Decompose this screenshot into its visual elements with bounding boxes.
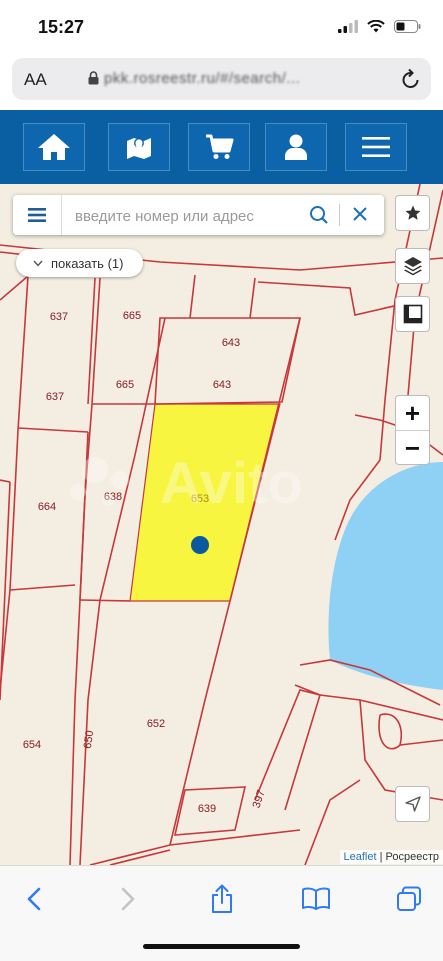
ruler-icon <box>403 304 423 324</box>
layers-button[interactable] <box>395 248 430 284</box>
parcel-label: 637 <box>46 391 64 403</box>
hamburger-icon <box>361 135 391 159</box>
location-marker[interactable] <box>191 536 209 554</box>
parcel-label: 654 <box>23 739 41 751</box>
battery-icon <box>394 20 421 33</box>
address-bar[interactable]: AA pkk.rosreestr.ru/#/search/... <box>12 58 431 100</box>
list-icon <box>28 208 46 222</box>
forward-button[interactable] <box>108 882 148 916</box>
avito-watermark: Avito <box>70 451 303 516</box>
home-button[interactable] <box>23 123 85 171</box>
zoom-in-button[interactable]: + <box>396 396 429 431</box>
zoom-out-button[interactable]: − <box>396 431 429 465</box>
measure-button[interactable] <box>395 296 430 332</box>
parcel-label: 664 <box>38 501 56 513</box>
cadastral-map[interactable]: 637 665 643 637 665 643 664 638 653 650 … <box>0 184 443 865</box>
signal-icon <box>338 20 358 33</box>
home-indicator <box>143 944 300 949</box>
reload-icon[interactable] <box>401 68 421 90</box>
back-chevron-icon <box>27 887 41 911</box>
chevron-down-icon <box>33 260 43 267</box>
home-icon <box>36 132 72 162</box>
map-button[interactable] <box>108 123 170 171</box>
search-input[interactable] <box>73 203 307 229</box>
parcel-label: 637 <box>50 311 68 323</box>
show-results-button[interactable]: показать (1) <box>16 249 143 277</box>
parcel-label: 397 <box>251 788 268 809</box>
parcel-label: 652 <box>147 718 165 730</box>
parcel-label: 650 <box>82 730 96 750</box>
cart-button[interactable] <box>188 123 250 171</box>
search-icon[interactable] <box>309 205 329 225</box>
share-button[interactable] <box>202 882 242 916</box>
parcel-label: 643 <box>222 337 240 349</box>
share-icon <box>210 884 234 914</box>
bookmarks-button[interactable] <box>296 882 336 916</box>
svg-text:Avito: Avito <box>160 451 303 516</box>
parcel-label: 665 <box>123 310 141 322</box>
cart-icon <box>204 133 234 161</box>
zoom-control: + − <box>395 395 430 465</box>
tabs-icon <box>396 886 422 912</box>
close-icon[interactable] <box>351 205 369 223</box>
url-text[interactable]: pkk.rosreestr.ru/#/search/... <box>104 70 300 87</box>
map-attribution: Leaflet | Росреестр <box>340 850 443 864</box>
map-icon <box>124 132 154 162</box>
source-label: Росреестр <box>386 851 439 863</box>
parcel-label: 665 <box>116 379 134 391</box>
favorite-button[interactable] <box>395 195 430 231</box>
profile-button[interactable] <box>265 123 327 171</box>
book-icon <box>301 887 331 911</box>
search-menu-button[interactable] <box>13 195 62 235</box>
lock-icon <box>88 71 99 85</box>
star-icon <box>404 204 422 222</box>
back-button[interactable] <box>14 882 54 916</box>
site-navbar <box>0 110 443 184</box>
locate-button[interactable] <box>395 786 430 822</box>
show-results-label: показать (1) <box>51 256 123 271</box>
leaflet-link[interactable]: Leaflet <box>344 851 377 863</box>
hamburger-menu-button[interactable] <box>345 123 407 171</box>
wifi-icon <box>367 20 385 33</box>
water-body <box>328 462 443 690</box>
layers-icon <box>403 256 423 276</box>
map-canvas[interactable]: 637 665 643 637 665 643 664 638 653 650 … <box>0 184 443 865</box>
parcel-label: 639 <box>198 803 216 815</box>
user-icon <box>284 133 308 161</box>
tabs-button[interactable] <box>389 882 429 916</box>
clock: 15:27 <box>38 17 84 38</box>
parcel-label: 643 <box>213 379 231 391</box>
search-box <box>13 195 384 235</box>
navigation-arrow-icon <box>405 796 421 812</box>
reader-aa-button[interactable]: AA <box>24 70 47 90</box>
status-bar: 15:27 <box>0 0 443 52</box>
forward-chevron-icon <box>121 887 135 911</box>
